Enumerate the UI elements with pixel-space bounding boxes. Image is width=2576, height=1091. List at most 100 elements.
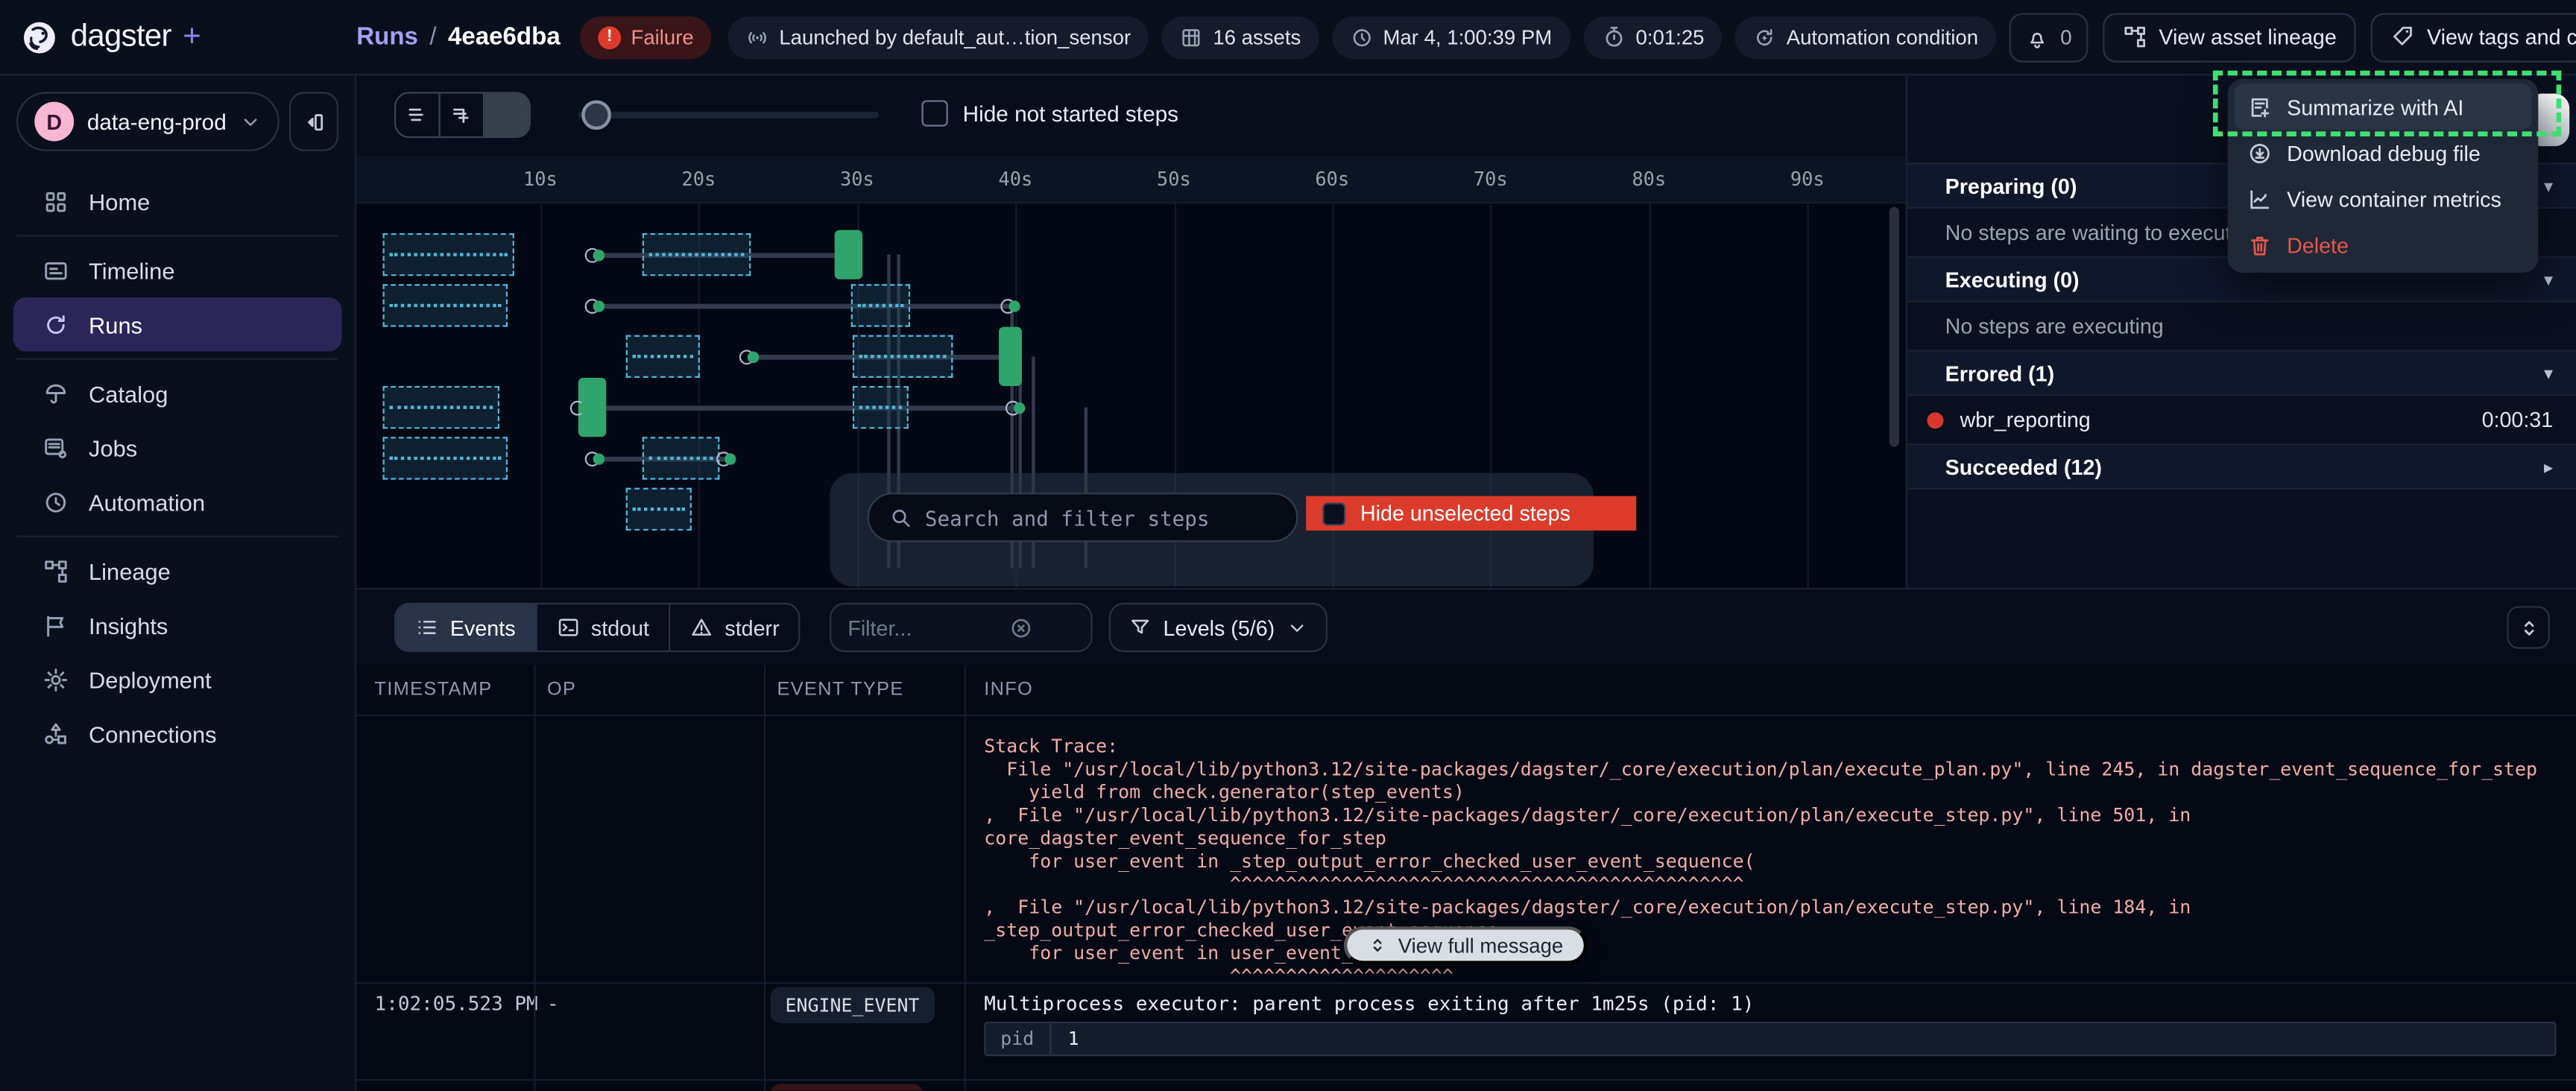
gantt-planned-step-box[interactable]	[642, 437, 719, 479]
lineage-icon	[42, 557, 69, 584]
breadcrumb: Runs / 4eae6dba	[356, 23, 560, 51]
sidebar-item-home[interactable]: Home	[13, 174, 342, 229]
clear-filter-icon[interactable]	[967, 615, 1074, 639]
notifications-button[interactable]: 0	[2010, 13, 2089, 62]
insights-icon	[42, 612, 69, 638]
hide-not-started-option[interactable]: Hide not started steps	[922, 100, 1179, 126]
axis-tick-label: 30s	[824, 168, 890, 191]
warn-icon	[690, 616, 713, 639]
gantt-planned-step-box[interactable]	[626, 488, 692, 531]
tab-events[interactable]: Events	[396, 604, 537, 651]
planned-box-dotted-line	[390, 304, 500, 307]
sidebar-item-connections[interactable]: Connections	[13, 706, 342, 761]
sidebar-item-label: Timeline	[89, 257, 174, 283]
gantt-connector-line	[607, 405, 1014, 411]
panel-section-title: Errored (1)	[1945, 361, 2544, 385]
signal-icon	[746, 25, 769, 48]
sidebar-item-timeline[interactable]: Timeline	[13, 243, 342, 297]
gantt-gridline	[1808, 203, 1809, 588]
breadcrumb-runs-link[interactable]: Runs	[356, 23, 418, 51]
connections-icon	[42, 720, 69, 746]
run-meta-chip: 16 assets	[1162, 16, 1319, 58]
gantt-filter-overlay: Search and filter steps Hide unselected …	[830, 473, 1594, 586]
view-full-message-button[interactable]: View full message	[1344, 926, 1586, 964]
brand-logo[interactable]: dagster +	[0, 17, 356, 57]
collapse-sidebar-button[interactable]	[289, 92, 338, 151]
menu-item-view-container-metrics[interactable]: View container metrics	[2235, 176, 2532, 222]
sidebar-item-catalog[interactable]: Catalog	[13, 367, 342, 421]
gantt-planned-step-box[interactable]	[850, 284, 911, 326]
lineage-icon	[2123, 25, 2147, 49]
gantt-planned-step-box[interactable]	[642, 233, 751, 276]
gantt-succeeded-step-bar[interactable]	[1000, 327, 1022, 386]
clock-icon	[1350, 25, 1373, 48]
gantt-gridline	[1649, 203, 1650, 588]
menu-item-delete[interactable]: Delete	[2235, 222, 2532, 268]
log-row-divider	[356, 1079, 2576, 1081]
view-tags-and-config-button[interactable]: View tags and config	[2371, 13, 2576, 62]
run-meta-chip: 0:01:25	[1583, 16, 1723, 58]
tab-stdout[interactable]: stdout	[537, 604, 670, 651]
gantt-planned-step-box[interactable]	[384, 284, 508, 326]
gantt-zoom-knob[interactable]	[581, 100, 611, 130]
breadcrumb-separator: /	[429, 23, 436, 51]
view-asset-lineage-button[interactable]: View asset lineage	[2103, 13, 2356, 62]
workspace-selector[interactable]: D data-eng-prod	[16, 92, 280, 151]
gantt-step-end-dot	[724, 453, 735, 464]
panel-section-header[interactable]: Succeeded (12)▸	[1907, 443, 2576, 490]
sparkle-icon	[1754, 25, 1777, 48]
hide-not-started-checkbox[interactable]	[922, 100, 948, 126]
axis-tick-label: 80s	[1616, 168, 1682, 191]
gantt-planned-step-box[interactable]	[626, 335, 701, 378]
sidebar-item-automation[interactable]: Automation	[13, 475, 342, 529]
waterfall-bars-icon	[449, 103, 474, 127]
gantt-zoom-slider[interactable]	[578, 112, 879, 118]
log-timestamp: 1:02:05.596 PM	[375, 1089, 538, 1090]
gantt-succeeded-step-bar[interactable]	[835, 230, 862, 279]
tab-stderr[interactable]: stderr	[671, 604, 799, 651]
expand-updown-icon	[2516, 615, 2541, 639]
log-op: -	[547, 1089, 559, 1090]
axis-tick-label: 10s	[508, 168, 573, 191]
log-column-separator	[764, 665, 765, 1091]
chip-label: 0:01:25	[1636, 25, 1705, 48]
runs-icon	[42, 312, 69, 338]
levels-dropdown[interactable]: Levels (5/6)	[1109, 603, 1328, 652]
gantt-planned-step-box[interactable]	[384, 233, 515, 276]
gantt-scrollbar[interactable]	[1890, 207, 1899, 447]
gantt-planned-step-box[interactable]	[384, 386, 499, 429]
log-column-separator	[534, 665, 535, 1091]
sidebar-item-runs[interactable]: Runs	[13, 297, 342, 352]
sidebar-item-deployment[interactable]: Deployment	[13, 652, 342, 706]
gantt-planned-step-box[interactable]	[384, 437, 508, 479]
column-header: EVENT TYPE	[777, 680, 904, 699]
sidebar-item-label: Jobs	[89, 434, 137, 461]
gantt-planned-step-box[interactable]	[852, 335, 952, 378]
gantt-planned-step-box[interactable]	[852, 386, 907, 429]
panel-step-row[interactable]: wbr_reporting0:00:31	[1907, 396, 2576, 443]
gantt-step-marker-dot	[593, 453, 604, 464]
sidebar-item-jobs[interactable]: Jobs	[13, 420, 342, 475]
log-tabs: Eventsstdoutstderr	[394, 603, 801, 652]
menu-item-download-debug-file[interactable]: Download debug file	[2235, 130, 2532, 176]
stack-trace-text: Stack Trace: File "/usr/local/lib/python…	[984, 736, 2537, 988]
hide-unselected-checkbox[interactable]	[1322, 502, 1345, 525]
hide-unselected-option[interactable]: Hide unselected steps	[1306, 496, 1636, 531]
event-type-badge: ENGINE_EVENT	[771, 987, 935, 1023]
bell-icon	[2026, 25, 2049, 48]
sidebar-item-insights[interactable]: Insights	[13, 598, 342, 652]
log-filter-input[interactable]: Filter...	[830, 603, 1093, 652]
panel-section-header[interactable]: Errored (1)▾	[1907, 350, 2576, 396]
nav-divider	[16, 235, 338, 236]
chevron-down-icon	[240, 111, 262, 133]
step-search-input[interactable]: Search and filter steps	[868, 493, 1298, 542]
sidebar-item-lineage[interactable]: Lineage	[13, 544, 342, 598]
gantt-chart[interactable]: Search and filter steps Hide unselected …	[356, 203, 1905, 588]
sidebar-item-label: Insights	[89, 612, 168, 638]
terminal-icon	[557, 616, 580, 639]
expand-log-button[interactable]	[2507, 606, 2549, 648]
timed-view-button[interactable]	[484, 94, 529, 136]
flat-view-button[interactable]	[396, 94, 441, 136]
waterfall-view-button[interactable]	[441, 94, 485, 136]
gantt-toolbar: Hide not started steps	[356, 75, 1905, 156]
